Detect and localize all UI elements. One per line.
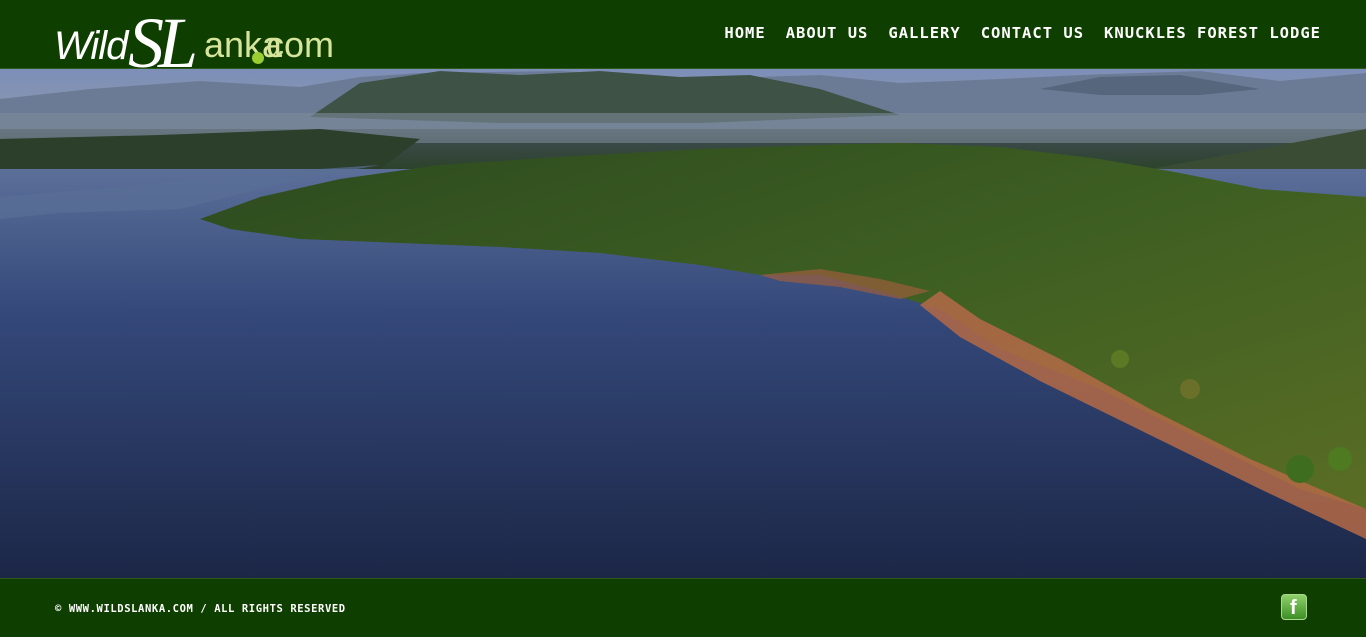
facebook-icon[interactable]: f bbox=[1281, 594, 1307, 620]
hero-slider-image bbox=[0, 69, 1366, 578]
main-nav: HOME ABOUT US GALLERY CONTACT US KNUCKLE… bbox=[724, 24, 1321, 42]
footer-bar: © WWW.WILDSLANKA.COM / ALL RIGHTS RESERV… bbox=[0, 578, 1366, 637]
logo-text-com: com bbox=[266, 24, 335, 65]
copyright-text: © WWW.WILDSLANKA.COM / ALL RIGHTS RESERV… bbox=[55, 603, 346, 615]
nav-knuckles-forest-lodge[interactable]: KNUCKLES FOREST LODGE bbox=[1104, 24, 1321, 42]
header-bar: Wild SL anka com HOME ABOUT US GALLERY C… bbox=[0, 0, 1366, 83]
nav-gallery[interactable]: GALLERY bbox=[888, 24, 960, 42]
logo-dot bbox=[252, 52, 264, 64]
logo-text-wild: Wild bbox=[54, 24, 128, 68]
landscape-illustration bbox=[0, 69, 1366, 578]
nav-home[interactable]: HOME bbox=[724, 24, 765, 42]
nav-about-us[interactable]: ABOUT US bbox=[786, 24, 869, 42]
nav-contact-us[interactable]: CONTACT US bbox=[981, 24, 1084, 42]
